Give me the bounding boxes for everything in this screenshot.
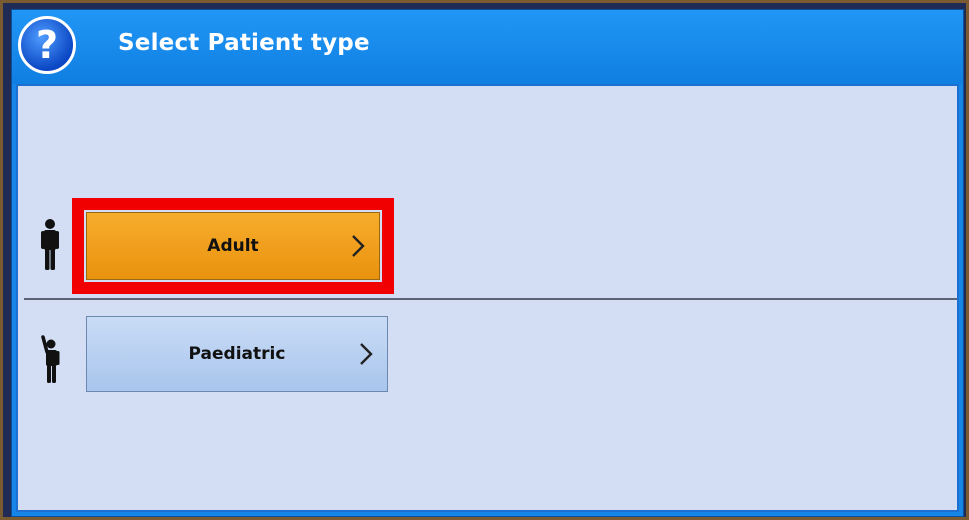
device-frame: ? Select Patient type Adult Paediatric [0,0,969,520]
dialog-content: Adult Paediatric [16,84,959,512]
adult-button[interactable]: Adult [86,212,380,280]
adult-person-icon [41,219,59,270]
paediatric-button-label: Paediatric [188,344,286,364]
chevron-right-icon [360,343,373,365]
chevron-right-icon [352,235,365,257]
dialog-title-bar: ? Select Patient type [12,10,963,84]
paediatric-button[interactable]: Paediatric [86,316,388,392]
row-divider [24,298,957,300]
question-mark-icon[interactable]: ? [18,16,76,74]
dialog-title: Select Patient type [118,30,370,56]
child-person-icon [41,335,60,383]
patient-type-dialog: ? Select Patient type Adult Paediatric [11,9,964,517]
adult-button-label: Adult [207,236,259,256]
